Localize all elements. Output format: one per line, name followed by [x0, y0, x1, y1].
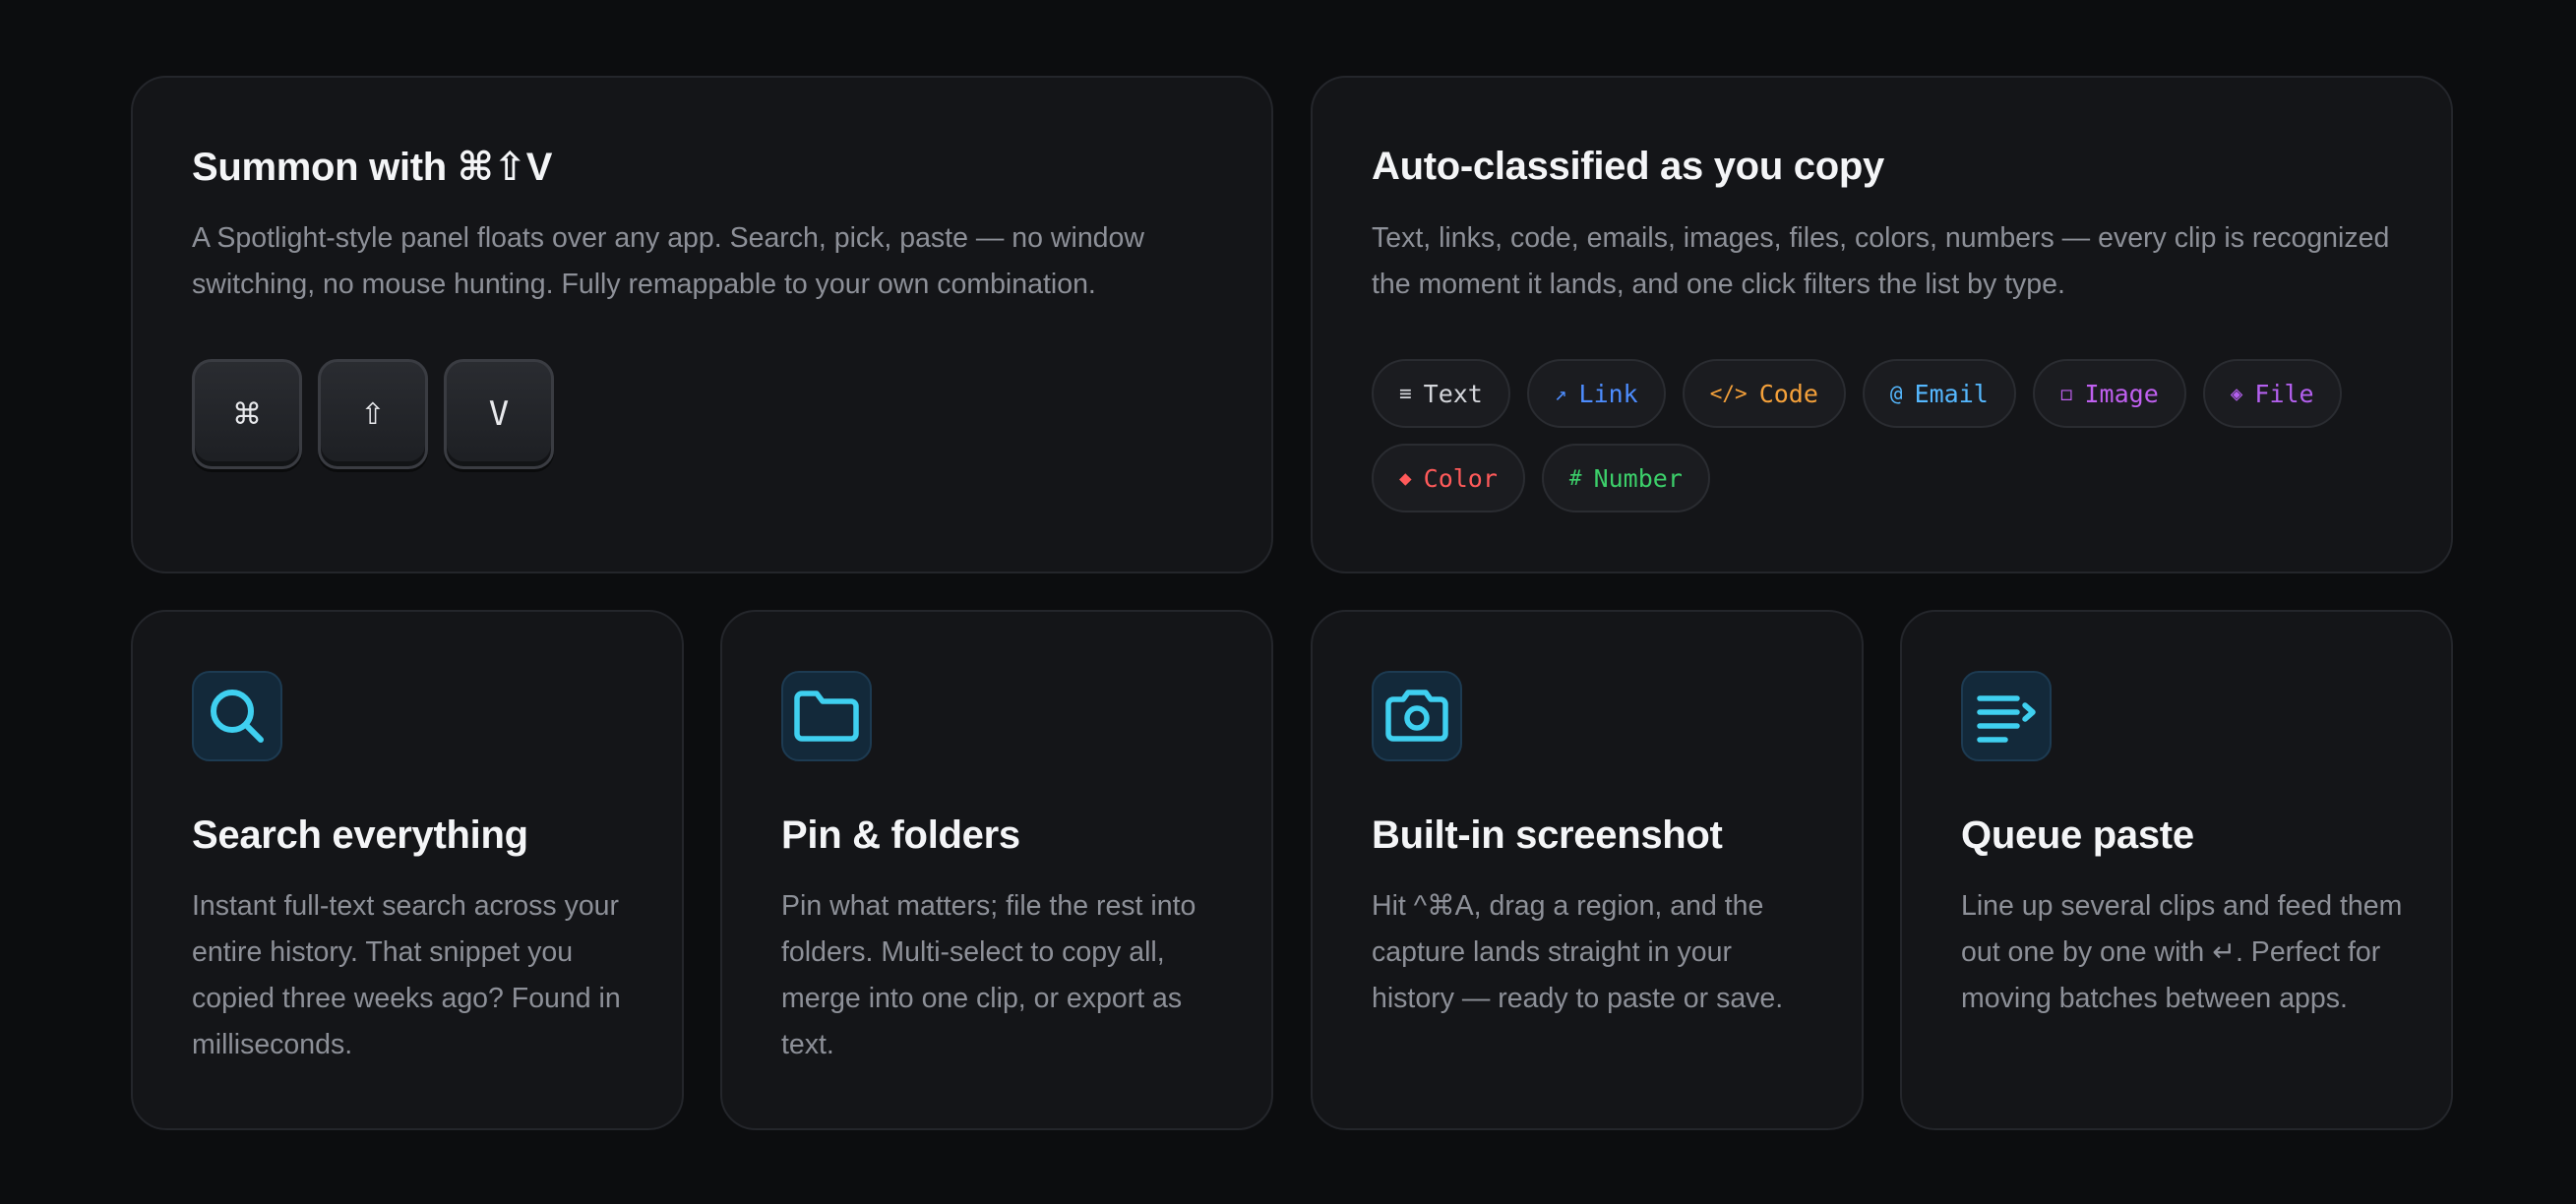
summon-title: Summon with ⌘⇧V — [192, 146, 553, 189]
tag-label: Image — [2084, 379, 2159, 408]
tag-image[interactable]: ◻ Image — [2032, 359, 2186, 428]
screenshot-feature-card: Built-in screenshot Hit ^⌘A, drag a regi… — [1311, 610, 1864, 1130]
file-icon: ◈ — [2230, 382, 2243, 405]
image-icon: ◻ — [2059, 382, 2073, 405]
text-icon: ≡ — [1399, 382, 1412, 405]
tag-label: Number — [1593, 463, 1683, 493]
type-filter-tags: ≡ Text ↗ Link </> Code @ Email ◻ Image ◈… — [1372, 359, 2415, 512]
classify-title: Auto-classified as you copy — [1372, 145, 1884, 188]
tag-color[interactable]: ◆ Color — [1372, 444, 1525, 512]
classify-description: Text, links, code, emails, images, files… — [1372, 222, 2390, 300]
feature-description: Line up several clips and feed them out … — [1961, 890, 2403, 1014]
summon-card: Summon with ⌘⇧V A Spotlight-style panel … — [131, 76, 1273, 573]
tag-label: Text — [1423, 379, 1483, 408]
feature-title: Pin & folders — [781, 813, 1020, 857]
camera-icon — [1372, 671, 1462, 761]
queue-feature-card: Queue paste Line up several clips and fe… — [1900, 610, 2453, 1130]
command-key: ⌘ — [192, 359, 302, 469]
feature-title: Built-in screenshot — [1372, 813, 1723, 857]
tag-email[interactable]: @ Email — [1862, 359, 2016, 428]
folder-icon — [781, 671, 872, 761]
shift-key: ⇧ — [318, 359, 428, 469]
feature-title: Queue paste — [1961, 813, 2194, 857]
folders-feature-card: Pin & folders Pin what matters; file the… — [720, 610, 1273, 1130]
tag-code[interactable]: </> Code — [1682, 359, 1846, 428]
link-icon: ↗ — [1554, 382, 1567, 405]
feature-description: Pin what matters; file the rest into fol… — [781, 890, 1196, 1060]
tag-label: Code — [1758, 379, 1818, 408]
tag-label: Color — [1423, 463, 1498, 493]
tag-label: File — [2254, 379, 2314, 408]
tag-label: Email — [1914, 379, 1989, 408]
classify-card: Auto-classified as you copy Text, links,… — [1311, 76, 2453, 573]
feature-grid: Summon with ⌘⇧V A Spotlight-style panel … — [131, 76, 2453, 1130]
tag-text[interactable]: ≡ Text — [1372, 359, 1510, 428]
v-key: V — [444, 359, 554, 469]
feature-title: Search everything — [192, 813, 528, 857]
tag-file[interactable]: ◈ File — [2202, 359, 2342, 428]
at-icon: @ — [1889, 382, 1903, 405]
tag-label: Link — [1578, 379, 1638, 408]
tag-number[interactable]: # Number — [1541, 444, 1710, 512]
summon-description: A Spotlight-style panel floats over any … — [192, 222, 1144, 300]
feature-description: Hit ^⌘A, drag a region, and the capture … — [1372, 890, 1784, 1014]
feature-description: Instant full-text search across your ent… — [192, 890, 621, 1060]
shortcut-keys: ⌘ ⇧ V — [192, 359, 554, 469]
code-icon: </> — [1709, 382, 1748, 405]
search-feature-card: Search everything Instant full-text sear… — [131, 610, 684, 1130]
color-icon: ◆ — [1399, 466, 1412, 490]
queue-list-icon — [1961, 671, 2052, 761]
tag-link[interactable]: ↗ Link — [1526, 359, 1666, 428]
search-icon — [192, 671, 282, 761]
hash-icon: # — [1568, 466, 1582, 490]
